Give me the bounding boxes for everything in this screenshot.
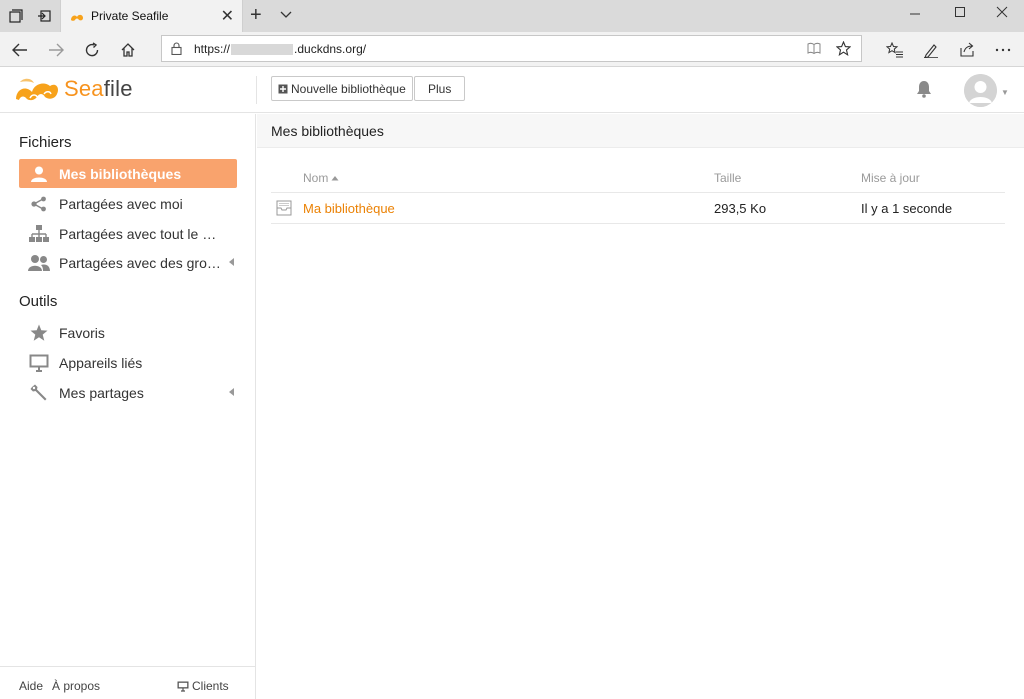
user-avatar[interactable] xyxy=(964,74,997,107)
logo-sea-text: Sea xyxy=(64,76,104,101)
lock-icon[interactable] xyxy=(171,42,182,58)
user-icon xyxy=(19,165,59,183)
logo-wordmark: Seafile xyxy=(64,76,133,102)
tab-actions-icon[interactable] xyxy=(6,6,26,26)
more-options-icon[interactable] xyxy=(992,39,1014,61)
group-icon xyxy=(19,254,59,272)
new-library-label: Nouvelle bibliothèque xyxy=(291,81,406,96)
web-note-pen-icon[interactable] xyxy=(920,39,942,61)
desktop-icon xyxy=(177,681,189,692)
url-text: https:// .duckdns.org/ xyxy=(194,42,366,56)
share-page-icon[interactable] xyxy=(956,39,978,61)
header-divider xyxy=(256,76,257,104)
notification-bell-icon[interactable] xyxy=(916,80,932,101)
about-link[interactable]: À propos xyxy=(52,679,100,693)
files-heading: Fichiers xyxy=(19,134,72,151)
sidebar-footer: Aide À propos Clients xyxy=(0,666,256,699)
sidebar-item-label: Partagées avec moi xyxy=(59,195,183,212)
minimize-icon[interactable] xyxy=(905,6,925,26)
window-close-icon[interactable] xyxy=(992,6,1012,26)
share-icon xyxy=(19,195,59,213)
sidebar-item-shared-with-me[interactable]: Partagées avec moi xyxy=(19,189,237,218)
app-header: Seafile Nouvelle bibliothèque Plus ▼ xyxy=(0,68,1024,113)
column-header-name-label: Nom xyxy=(303,171,329,185)
sidebar: Fichiers Mes bibliothèques Partagées ave… xyxy=(0,114,256,699)
seafile-logo-icon xyxy=(16,78,59,101)
url-redacted xyxy=(231,43,294,55)
clients-link[interactable]: Clients xyxy=(177,679,229,693)
sidebar-item-label: Mes partages xyxy=(59,384,144,401)
new-library-button[interactable]: Nouvelle bibliothèque xyxy=(271,76,413,101)
main-header: Mes bibliothèques xyxy=(257,114,1024,148)
clients-label: Clients xyxy=(192,679,229,693)
column-header-updated[interactable]: Mise à jour xyxy=(861,171,920,185)
sidebar-item-label: Partagées avec des groupes xyxy=(59,254,227,271)
table-row[interactable]: Ma bibliothèque 293,5 Ko Il y a 1 second… xyxy=(271,193,1005,224)
caret-left-icon xyxy=(229,258,234,266)
favorites-hub-icon[interactable] xyxy=(884,39,906,61)
sidebar-item-shared-with-all[interactable]: Partagées avec tout le monde xyxy=(19,219,237,248)
tools-heading: Outils xyxy=(19,293,58,310)
url-prefix: https:// xyxy=(194,42,231,56)
org-chart-icon xyxy=(19,224,59,243)
column-header-size[interactable]: Taille xyxy=(714,171,741,185)
sidebar-item-linked-devices[interactable]: Appareils liés xyxy=(19,348,237,377)
refresh-icon[interactable] xyxy=(81,39,103,61)
new-tab-icon[interactable]: + xyxy=(250,4,262,27)
logo-file-text: file xyxy=(103,76,133,101)
library-icon xyxy=(275,200,293,219)
browser-tab-bar: Private Seafile ✕ + xyxy=(0,0,1024,32)
sidebar-item-favorites[interactable]: Favoris xyxy=(19,318,237,347)
sidebar-item-my-shares[interactable]: Mes partages xyxy=(19,378,237,407)
help-link[interactable]: Aide xyxy=(19,679,43,693)
sidebar-item-label: Partagées avec tout le monde xyxy=(59,225,227,242)
sidebar-item-label: Appareils liés xyxy=(59,354,143,371)
seafile-logo[interactable]: Seafile xyxy=(14,74,133,104)
browser-tab[interactable]: Private Seafile ✕ xyxy=(60,0,243,32)
close-tab-icon[interactable]: ✕ xyxy=(221,6,234,26)
back-icon[interactable] xyxy=(9,39,31,61)
more-label: Plus xyxy=(428,81,452,96)
tab-list-chevron-icon[interactable] xyxy=(280,7,292,22)
sidebar-item-my-libraries[interactable]: Mes bibliothèques xyxy=(19,159,237,188)
page-title: Mes bibliothèques xyxy=(271,123,384,139)
more-button[interactable]: Plus xyxy=(414,76,466,101)
sidebar-item-shared-with-groups[interactable]: Partagées avec des groupes xyxy=(19,248,237,277)
sidebar-item-label: Favoris xyxy=(59,324,105,341)
library-name-link[interactable]: Ma bibliothèque xyxy=(303,201,395,216)
home-icon[interactable] xyxy=(117,39,139,61)
tab-title: Private Seafile xyxy=(91,9,169,23)
sort-ascending-icon xyxy=(331,176,339,181)
star-icon xyxy=(19,324,59,342)
wrench-icon xyxy=(19,384,59,402)
browser-nav-bar: https:// .duckdns.org/ xyxy=(0,32,1024,67)
library-updated: Il y a 1 seconde xyxy=(861,201,953,216)
url-domain: .duckdns.org/ xyxy=(294,42,367,56)
maximize-icon[interactable] xyxy=(950,6,970,26)
plus-square-icon xyxy=(278,84,288,93)
forward-icon[interactable] xyxy=(45,39,67,61)
monitor-icon xyxy=(19,354,59,372)
caret-left-icon xyxy=(229,388,234,396)
address-bar[interactable]: https:// .duckdns.org/ xyxy=(161,35,862,62)
avatar-caret-icon[interactable]: ▼ xyxy=(1001,88,1009,97)
column-header-name[interactable]: Nom xyxy=(303,171,339,185)
set-tabs-aside-icon[interactable] xyxy=(34,6,54,26)
sidebar-item-label: Mes bibliothèques xyxy=(59,165,182,182)
reading-view-icon[interactable] xyxy=(807,41,821,58)
favorite-star-icon[interactable] xyxy=(835,40,852,59)
seafile-favicon-icon xyxy=(70,10,84,25)
library-size: 293,5 Ko xyxy=(714,201,767,216)
